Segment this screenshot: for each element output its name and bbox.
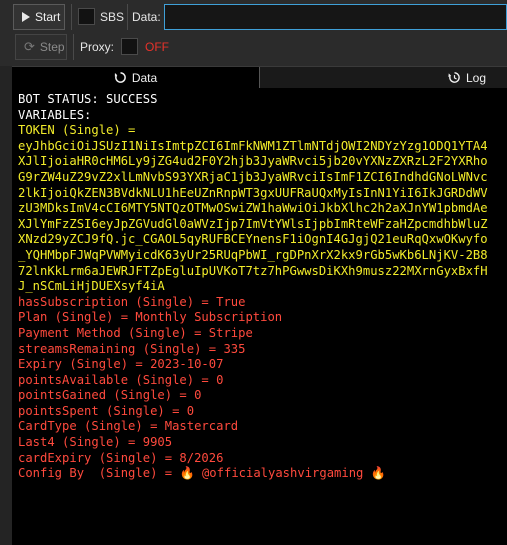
console-line: hasSubscription (Single) = True [18,294,246,309]
toolbar-divider [73,34,74,60]
proxy-status: OFF [145,40,169,54]
proxy-checkbox[interactable] [121,38,138,55]
circle-arrow-icon [114,72,126,83]
history-icon [448,72,460,83]
flame-icon: 🔥 [179,466,195,481]
console-line: VARIABLES: [18,107,92,122]
console-line: XJlIjoiaHR0cHM6Ly9jZG4ud2F0Y2hjb3JyaWRvc… [18,154,488,169]
console-line: BOT STATUS: SUCCESS [18,92,158,106]
console-line: J_nSCmLiHjDUEXsyf4iA [18,279,165,294]
console-line: pointsGained (Single) = 0 [18,388,202,403]
tab-data-label: Data [131,70,158,85]
sbs-checkbox[interactable] [78,8,95,25]
console-line: XJlYmFzZSI6eyJpZGVudGl0aWVzIjp7ImVtYWlsI… [18,216,488,231]
toolbar-divider [127,4,128,30]
console-line: TOKEN (Single) = [18,123,136,138]
config-author: @officialyashvirgaming [201,466,364,481]
console-line: XNzd29yZCJ9fQ.jc_CGAOL5qyRUFBCEYnensF1iO… [18,232,488,247]
output-tabs: Data Log [12,66,507,88]
console-line: _YQHMbpFJWqPVWMyicdK63yUr25RUqPbWI_rgDPn… [18,247,488,262]
tab-log[interactable]: Log [448,67,507,88]
console-line: pointsAvailable (Single) = 0 [18,372,224,387]
flame-icon: 🔥 [370,466,386,481]
tab-data[interactable]: Data [12,67,259,88]
console-line-config: Config By (Single) = 🔥 @officialyashvirg… [18,466,507,482]
sbs-label: SBS [100,10,125,24]
console-line: CardType (Single) = Mastercard [18,419,239,434]
console-line: Plan (Single) = Monthly Subscription [18,310,283,325]
toolbar-divider [71,4,72,30]
config-prefix: Config By (Single) = [18,466,180,481]
console-line: streamsRemaining (Single) = 335 [18,341,246,356]
play-icon [22,12,30,22]
console-line: Payment Method (Single) = Stripe [18,325,253,340]
data-label: Data: [132,10,161,24]
tab-divider [259,67,260,88]
toolbar: Start SBS Data: ⟳ Step Proxy: OFF [0,0,507,66]
console-line: Last4 (Single) = 9905 [18,435,173,450]
start-button-label: Start [35,10,61,24]
start-button[interactable]: Start [13,4,65,30]
data-input[interactable] [164,4,507,30]
console-line: G9rZW4uZ29vZ2xlLmNvbS93YXRjaC1jb3JyaWRvc… [18,169,488,184]
step-button-label: Step [39,40,65,54]
step-button[interactable]: ⟳ Step [15,34,67,60]
console-line: 72lnKkLrm6aJEWRJFTZpEgluIpUVKoT7tz7hPGww… [18,263,488,278]
console-line: 2lkIjoiQkZEN3BVdkNLU1hEeUZnRnpWT3gxUUFRa… [18,185,488,200]
tab-log-label: Log [466,70,487,85]
console-line: eyJhbGciOiJSUzI1NiIsImtpZCI6ImFkNWM1ZTlm… [18,138,488,153]
redo-icon: ⟳ [24,39,35,54]
console-line: pointsSpent (Single) = 0 [18,403,195,418]
console-line: zU3MDksImV4cCI6MTY5NTQzOTMwOSwiZW1haWwiO… [18,201,488,216]
proxy-label: Proxy: [80,40,115,54]
console-line: cardExpiry (Single) = 8/2026 [18,450,224,465]
console-output: BOT STATUS: SUCCESS VARIABLES: TOKEN (Sing… [12,88,507,545]
console-line: Expiry (Single) = 2023-10-07 [18,357,224,372]
